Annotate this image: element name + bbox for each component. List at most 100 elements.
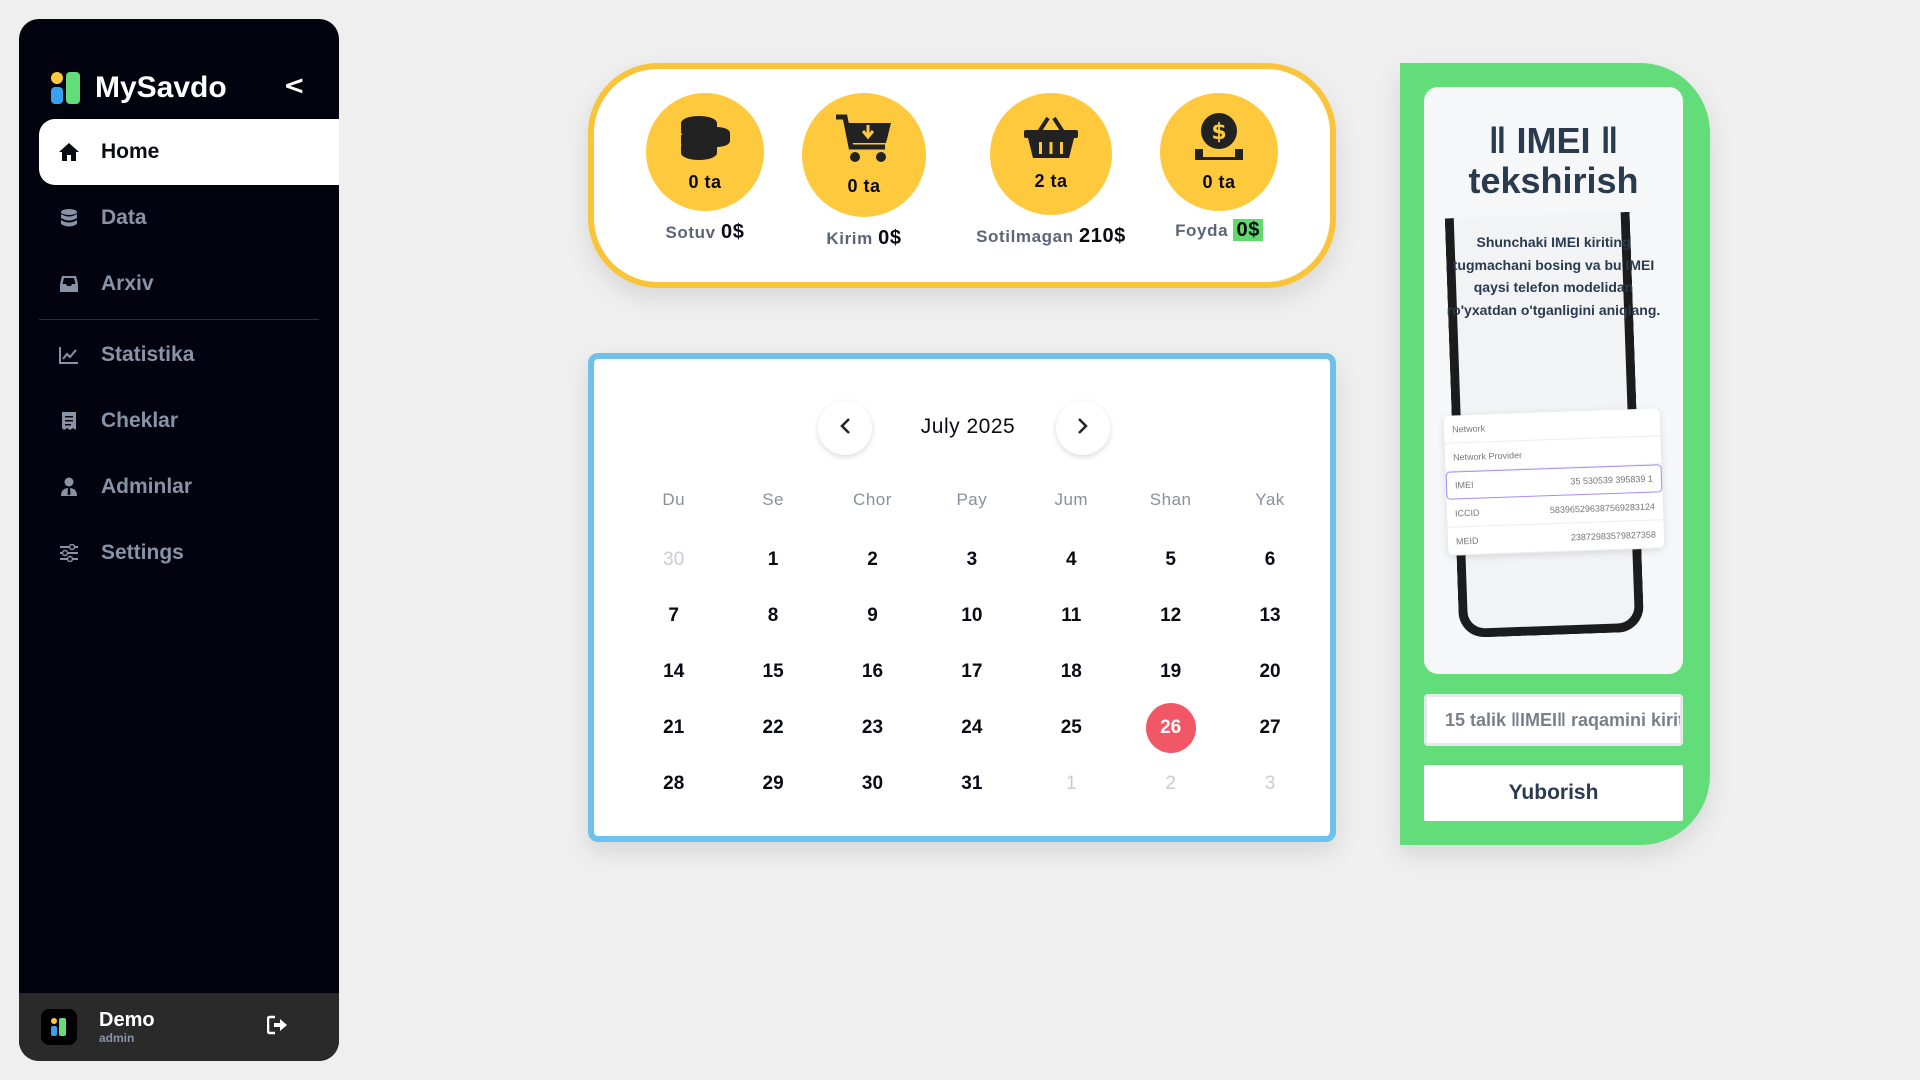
calendar-day[interactable]: 1 [1022, 759, 1121, 809]
weekday-label: Yak [1255, 490, 1285, 509]
calendar-day[interactable]: 16 [823, 647, 922, 697]
stat-value: 210$ [1079, 225, 1126, 247]
inbox-icon [57, 272, 81, 296]
brand[interactable]: MySavdo [51, 53, 227, 123]
calendar-day[interactable]: 20 [1220, 647, 1319, 697]
calendar-day[interactable]: 3 [922, 535, 1021, 585]
logout-icon[interactable] [266, 1015, 289, 1040]
sidebar-item-label: Settings [101, 541, 184, 564]
stat-circle: 2 ta [990, 93, 1112, 215]
calendar-day[interactable]: 7 [624, 591, 723, 641]
stat-sotuv[interactable]: 0 ta Sotuv 0$ [646, 93, 764, 244]
calendar-title: July 2025 [920, 415, 1016, 438]
logo-icon [51, 72, 81, 104]
sidebar-item-home[interactable]: Home [39, 119, 339, 185]
calendar-day[interactable]: 6 [1220, 535, 1319, 585]
home-icon [57, 140, 81, 164]
imei-input[interactable] [1424, 694, 1683, 746]
stat-foyda[interactable]: $ 0 ta Foyda 0$ [1160, 93, 1278, 242]
sidebar-item-statistika[interactable]: Statistika [39, 322, 339, 388]
phone-info-sheet: Network Network Provider IMEI 35 530539 3… [1443, 408, 1665, 556]
imei-description: Shunchaki IMEI kiriting tugmachani bosin… [1446, 234, 1661, 318]
imei-check-card: ‖ IMEI ‖ tekshirish Network Network Prov… [1400, 63, 1710, 845]
calendar-day[interactable]: 27 [1220, 703, 1319, 753]
calendar-day[interactable]: 3 [1220, 759, 1319, 809]
weekday-label: Jum [1054, 490, 1089, 509]
stat-kirim[interactable]: 0 ta Kirim 0$ [802, 93, 926, 250]
calendar-week: 30 1 2 3 4 5 6 [624, 535, 1320, 585]
stat-count: 0 ta [688, 172, 722, 192]
calendar-weekdays: Du Se Chor Pay Jum Shan Yak [624, 490, 1320, 510]
chart-line-icon [57, 343, 81, 367]
calendar-day[interactable]: 12 [1121, 591, 1220, 641]
stat-count: 2 ta [1034, 171, 1068, 191]
calendar-day[interactable]: 11 [1022, 591, 1121, 641]
calendar-day[interactable]: 10 [922, 591, 1021, 641]
calendar-day[interactable]: 17 [922, 647, 1021, 697]
sidebar-item-label: Arxiv [101, 272, 154, 295]
user-tie-icon [57, 475, 81, 499]
stat-value: 0$ [878, 227, 902, 249]
calendar-day[interactable]: 15 [723, 647, 822, 697]
calendar-day[interactable]: 13 [1220, 591, 1319, 641]
calendar-week: 21 22 23 24 25 26 27 [624, 703, 1320, 753]
calendar-day[interactable]: 2 [823, 535, 922, 585]
nav-divider [39, 319, 319, 320]
sidebar-item-adminlar[interactable]: Adminlar [39, 454, 339, 520]
sidebar-item-settings[interactable]: Settings [39, 520, 339, 586]
sidebar: MySavdo < Home Data Arxiv Statistika Che… [19, 19, 339, 1061]
calendar-day[interactable]: 29 [723, 759, 822, 809]
stat-count: 0 ta [1202, 172, 1236, 192]
collapse-sidebar-button[interactable]: < [283, 71, 305, 101]
sidebar-item-label: Statistika [101, 343, 195, 366]
sidebar-item-cheklar[interactable]: Cheklar [39, 388, 339, 454]
sidebar-item-label: Home [101, 140, 160, 163]
calendar-day[interactable]: 30 [624, 535, 723, 585]
basket-icon [1023, 116, 1079, 165]
stat-label: Sotuv 0$ [665, 221, 745, 243]
database-icon [57, 206, 81, 230]
calendar-week: 14 15 16 17 18 19 20 [624, 647, 1320, 697]
calendar-day[interactable]: 5 [1121, 535, 1220, 585]
sidebar-item-label: Adminlar [101, 475, 193, 498]
stat-sotilmagan[interactable]: 2 ta Sotilmagan 210$ [966, 93, 1136, 248]
calendar-day[interactable]: 25 [1022, 703, 1121, 753]
stat-label: Foyda 0$ [1160, 219, 1278, 242]
calendar-day[interactable]: 21 [624, 703, 723, 753]
calendar-day[interactable]: 31 [922, 759, 1021, 809]
stat-circle: 0 ta [802, 93, 926, 217]
calendar-day[interactable]: 24 [922, 703, 1021, 753]
calendar-day[interactable]: 30 [823, 759, 922, 809]
stat-circle: 0 ta [646, 93, 764, 211]
calendar-day[interactable]: 1 [723, 535, 822, 585]
stat-value: 0$ [1233, 219, 1263, 241]
sidebar-item-label: Cheklar [101, 409, 179, 432]
avatar [41, 1009, 77, 1045]
stat-count: 0 ta [847, 176, 881, 196]
calendar-day[interactable]: 8 [723, 591, 822, 641]
calendar-day[interactable]: 19 [1121, 647, 1220, 697]
coins-icon [679, 111, 731, 166]
calendar-day[interactable]: 18 [1022, 647, 1121, 697]
cart-icon [835, 113, 893, 170]
stat-label: Sotilmagan 210$ [976, 225, 1126, 247]
stat-value: 0$ [721, 221, 745, 243]
sidebar-item-label: Data [101, 206, 147, 229]
sidebar-item-arxiv[interactable]: Arxiv [39, 251, 339, 317]
calendar-day[interactable]: 28 [624, 759, 723, 809]
calendar-day[interactable]: 14 [624, 647, 723, 697]
calendar-week: 7 8 9 10 11 12 13 [624, 591, 1320, 641]
calendar-day[interactable]: 4 [1022, 535, 1121, 585]
sidebar-nav: Home Data Arxiv Statistika Cheklar Admin… [39, 119, 339, 586]
calendar-day[interactable]: 23 [823, 703, 922, 753]
stats-card: 0 ta Sotuv 0$ 0 ta Kirim 0$ 2 ta Sotilma… [588, 63, 1336, 288]
calendar-day[interactable]: 9 [823, 591, 922, 641]
calendar-day-today[interactable]: 26 [1121, 703, 1220, 753]
receipt-icon [57, 409, 81, 433]
calendar-day[interactable]: 2 [1121, 759, 1220, 809]
calendar-day[interactable]: 22 [723, 703, 822, 753]
submit-button[interactable]: Yuborish [1424, 765, 1683, 821]
sliders-icon [57, 541, 81, 565]
next-month-button[interactable] [1056, 401, 1110, 455]
sidebar-item-data[interactable]: Data [39, 185, 339, 251]
